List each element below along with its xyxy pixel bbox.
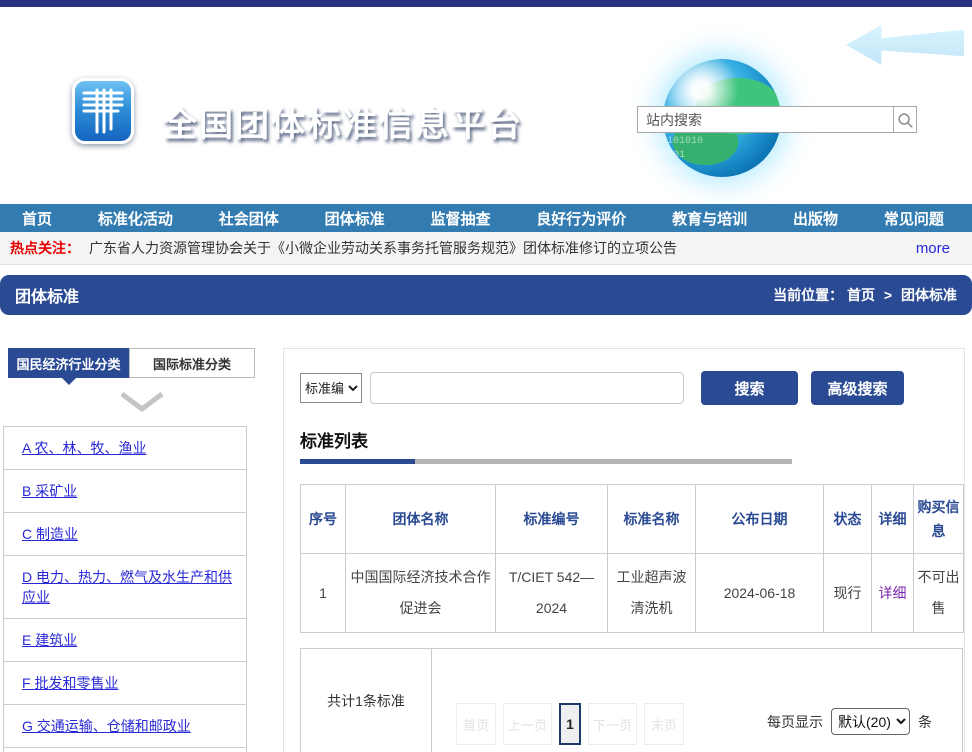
- category-item-b[interactable]: B 采矿业: [4, 470, 246, 513]
- pagination-box: 共计1条标准 首页 上一页 1 下一页 末页 每页显示 默认(20) 条: [300, 648, 963, 752]
- current-page-button[interactable]: 1: [559, 703, 581, 745]
- col-header-detail: 详细: [872, 485, 914, 554]
- standard-query-input[interactable]: [370, 372, 684, 404]
- nav-item-faq[interactable]: 常见问题: [884, 208, 944, 229]
- search-icon: [896, 111, 914, 129]
- tab-international-classification[interactable]: 国际标准分类: [129, 348, 255, 378]
- cell-status: 现行: [824, 554, 872, 633]
- nav-item-good-behavior[interactable]: 良好行为评价: [536, 208, 626, 229]
- category-item-g[interactable]: G 交通运输、仓储和邮政业: [4, 705, 246, 748]
- cell-purchase: 不可出售: [914, 554, 964, 633]
- hot-news-headline-link[interactable]: 广东省人力资源管理协会关于《小微企业劳动关系事务托管服务规范》团体标准修订的立项…: [89, 238, 677, 258]
- pagination-controls: 首页 上一页 1 下一页 末页 每页显示 默认(20) 条: [432, 649, 962, 752]
- site-logo: [72, 78, 134, 144]
- list-title-rule: [300, 459, 792, 464]
- cell-no: 1: [301, 554, 346, 633]
- col-header-purchase: 购买信息: [914, 485, 964, 554]
- per-page-label: 每页显示: [767, 712, 823, 732]
- light-dot: [300, 37, 306, 43]
- more-link[interactable]: more: [916, 240, 950, 257]
- main-panel: 标准编号 搜索 高级搜索 标准列表 序号 团体名称 标准编号 标准名称 公布日期: [283, 348, 965, 752]
- nav-item-standardization-activities[interactable]: 标准化活动: [98, 208, 173, 229]
- per-page-unit: 条: [918, 712, 932, 732]
- standards-table: 序号 团体名称 标准编号 标准名称 公布日期 状态 详细 购买信息 1 中国国际…: [300, 484, 964, 633]
- content-area: 国民经济行业分类 国际标准分类 A 农、林、牧、渔业 B 采矿业 C 制造业 D…: [0, 315, 972, 752]
- last-page-button[interactable]: 末页: [644, 703, 684, 745]
- breadcrumb: 当前位置： 首页 > 团体标准: [773, 285, 957, 305]
- nav-item-group-standards[interactable]: 团体标准: [325, 208, 385, 229]
- main-nav: 首页 标准化活动 社会团体 团体标准 监督抽查 良好行为评价 教育与培训 出版物…: [0, 204, 972, 232]
- breadcrumb-home-link[interactable]: 首页: [847, 287, 875, 303]
- light-dot: [562, 95, 568, 101]
- hot-news-bar: 热点关注： 广东省人力资源管理协会关于《小微企业劳动关系事务托管服务规范》团体标…: [0, 232, 972, 265]
- category-item-a[interactable]: A 农、林、牧、渔业: [4, 427, 246, 470]
- logo-glyph-icon: [81, 87, 125, 135]
- site-search-input[interactable]: [637, 106, 893, 133]
- nav-item-publications[interactable]: 出版物: [793, 208, 838, 229]
- tab-national-economy-classification[interactable]: 国民经济行业分类: [8, 348, 129, 378]
- per-page-select[interactable]: 默认(20): [831, 708, 910, 735]
- top-strip: [0, 0, 972, 7]
- sidebar: 国民经济行业分类 国际标准分类 A 农、林、牧、渔业 B 采矿业 C 制造业 D…: [0, 348, 283, 752]
- site-banner: 00010101010 01010001 01000101 1000110 全国…: [0, 7, 972, 204]
- total-count: 共计1条标准: [301, 649, 432, 752]
- site-search: [637, 106, 917, 133]
- site-title: 全国团体标准信息平台: [163, 97, 523, 146]
- table-header-row: 序号 团体名称 标准编号 标准名称 公布日期 状态 详细 购买信息: [301, 485, 964, 554]
- col-header-no: 序号: [301, 485, 346, 554]
- category-list: A 农、林、牧、渔业 B 采矿业 C 制造业 D 电力、热力、燃气及水生产和供应…: [3, 426, 247, 752]
- light-dot: [718, 33, 724, 39]
- col-header-status: 状态: [824, 485, 872, 554]
- nav-item-home[interactable]: 首页: [22, 208, 52, 229]
- list-title: 标准列表: [300, 427, 964, 452]
- col-header-date: 公布日期: [696, 485, 824, 554]
- cell-date: 2024-06-18: [696, 554, 824, 633]
- category-item-f[interactable]: F 批发和零售业: [4, 662, 246, 705]
- per-page-group: 每页显示 默认(20) 条: [767, 708, 932, 735]
- binary-decoration: 00010101010 01010001 01000101 1000110: [637, 135, 703, 191]
- col-header-org: 团体名称: [346, 485, 496, 554]
- cell-code: T/CIET 542—2024: [496, 554, 608, 633]
- col-header-code: 标准编号: [496, 485, 608, 554]
- breadcrumb-label: 当前位置：: [773, 287, 843, 303]
- category-item-e[interactable]: E 建筑业: [4, 619, 246, 662]
- chevron-down-icon: [119, 391, 165, 413]
- category-item-d[interactable]: D 电力、热力、燃气及水生产和供应业: [4, 556, 246, 619]
- category-item-c[interactable]: C 制造业: [4, 513, 246, 556]
- cell-detail: 详细: [872, 554, 914, 633]
- breadcrumb-separator: >: [884, 287, 892, 303]
- page-title: 团体标准: [15, 283, 79, 307]
- search-field-select[interactable]: 标准编号: [300, 373, 362, 403]
- nav-item-social-organizations[interactable]: 社会团体: [219, 208, 279, 229]
- nav-item-supervision[interactable]: 监督抽查: [430, 208, 490, 229]
- breadcrumb-current: 团体标准: [901, 287, 957, 303]
- section-header: 团体标准 当前位置： 首页 > 团体标准: [0, 275, 972, 315]
- hot-news-label: 热点关注：: [10, 238, 80, 258]
- first-page-button[interactable]: 首页: [456, 703, 496, 745]
- sidebar-tabs: 国民经济行业分类 国际标准分类: [8, 348, 283, 378]
- list-title-rule-accent: [300, 459, 415, 464]
- detail-link[interactable]: 详细: [879, 585, 907, 601]
- next-page-button[interactable]: 下一页: [588, 703, 637, 745]
- cell-org: 中国国际经济技术合作促进会: [346, 554, 496, 633]
- nav-item-education[interactable]: 教育与培训: [672, 208, 747, 229]
- prev-page-button[interactable]: 上一页: [503, 703, 552, 745]
- standard-search-row: 标准编号 搜索 高级搜索: [300, 371, 964, 405]
- light-dot: [452, 45, 458, 51]
- col-header-name: 标准名称: [608, 485, 696, 554]
- cell-name: 工业超声波清洗机: [608, 554, 696, 633]
- advanced-search-button[interactable]: 高级搜索: [811, 371, 904, 405]
- search-button[interactable]: 搜索: [701, 371, 798, 405]
- table-row: 1 中国国际经济技术合作促进会 T/CIET 542—2024 工业超声波清洗机…: [301, 554, 964, 633]
- site-search-button[interactable]: [893, 106, 917, 133]
